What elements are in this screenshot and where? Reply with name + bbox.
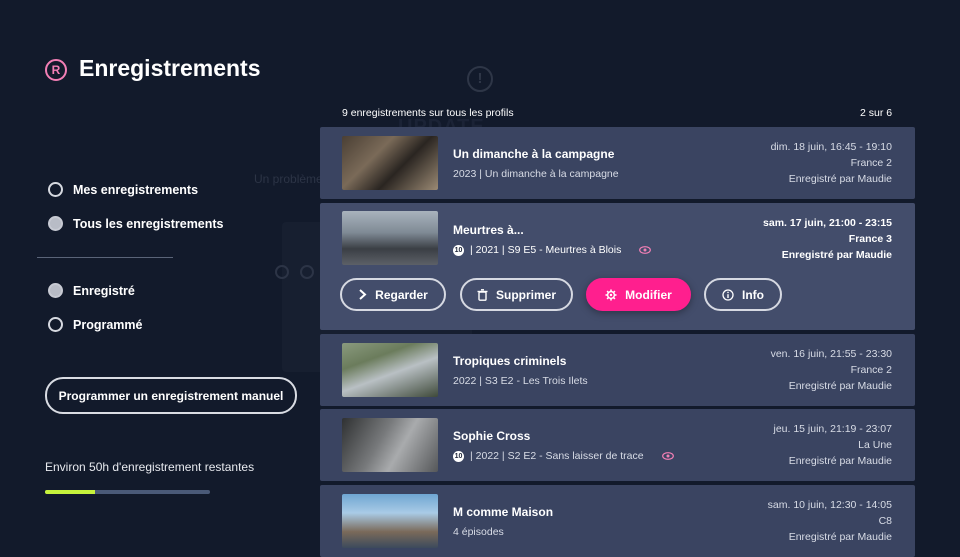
- delete-button-label: Supprimer: [495, 287, 556, 302]
- recording-thumbnail: [342, 418, 438, 472]
- recording-info: dim. 18 juin, 16:45 - 19:10 France 2 Enr…: [771, 139, 892, 187]
- recording-owner: Enregistré par Maudie: [788, 380, 892, 392]
- recording-card[interactable]: Sophie Cross 10 | 2022 | S2 E2 - Sans la…: [320, 409, 915, 481]
- recording-title: Meurtres à...: [453, 223, 524, 237]
- recording-channel: France 2: [850, 157, 892, 169]
- recording-owner: Enregistré par Maudie: [788, 455, 892, 467]
- filter-my-recordings[interactable]: Mes enregistrements: [48, 182, 198, 197]
- recording-channel: La Une: [858, 439, 892, 451]
- age-rating-icon: 10: [453, 450, 464, 462]
- background-radio: [275, 265, 289, 279]
- recording-card-focused[interactable]: Meurtres à... 10 | 2021 | S9 E5 - Meurtr…: [320, 203, 915, 330]
- registered-icon: R: [45, 59, 67, 81]
- recording-meta: 4 épisodes: [453, 526, 504, 538]
- recording-channel: C8: [878, 515, 892, 527]
- recording-title: Sophie Cross: [453, 429, 531, 443]
- background-ghost-text: Un problème: [254, 172, 323, 186]
- filter-label: Tous les enregistrements: [73, 216, 224, 231]
- recording-title: M comme Maison: [453, 505, 554, 519]
- background-radio: [300, 265, 314, 279]
- radio-selected-icon: [48, 216, 63, 231]
- page-title: Enregistrements: [79, 55, 261, 81]
- recording-meta: 10 | 2021 | S9 E5 - Meurtres à Blois: [453, 244, 652, 256]
- filter-label: Enregistré: [73, 283, 135, 298]
- radio-icon: [48, 317, 63, 332]
- filter-recorded[interactable]: Enregistré: [48, 283, 135, 298]
- recording-owner: Enregistré par Maudie: [788, 173, 892, 185]
- recording-meta: 10 | 2022 | S2 E2 - Sans laisser de trac…: [453, 450, 674, 462]
- recording-meta-text: 4 épisodes: [453, 526, 504, 538]
- recording-info: sam. 17 juin, 21:00 - 23:15 France 3 Enr…: [763, 215, 892, 263]
- gear-icon: [605, 289, 617, 300]
- delete-button[interactable]: Supprimer: [460, 278, 573, 311]
- eye-icon: [639, 246, 652, 254]
- age-rating-icon: 10: [453, 244, 464, 256]
- recording-info: ven. 16 juin, 21:55 - 23:30 France 2 Enr…: [771, 346, 892, 394]
- recording-title: Tropiques criminels: [453, 354, 567, 368]
- storage-progress-bar: [45, 490, 210, 494]
- recording-thumbnail: [342, 136, 438, 190]
- recording-meta-text: 2023 | Un dimanche à la campagne: [453, 168, 619, 180]
- recording-card[interactable]: M comme Maison 4 épisodes sam. 10 juin, …: [320, 485, 915, 557]
- play-chevron-icon: [359, 289, 367, 300]
- recording-channel: France 3: [848, 233, 892, 245]
- recording-owner: Enregistré par Maudie: [788, 531, 892, 543]
- recording-info: sam. 10 juin, 12:30 - 14:05 C8 Enregistr…: [768, 497, 892, 545]
- radio-icon: [48, 182, 63, 197]
- trash-icon: [477, 288, 488, 301]
- recording-datetime: jeu. 15 juin, 21:19 - 23:07: [773, 423, 892, 435]
- recording-thumbnail: [342, 343, 438, 397]
- recording-meta-text: | 2021 | S9 E5 - Meurtres à Blois: [470, 244, 622, 256]
- info-button-label: Info: [742, 287, 764, 302]
- watch-button-label: Regarder: [375, 287, 428, 302]
- filter-label: Mes enregistrements: [73, 182, 199, 197]
- recording-card[interactable]: Un dimanche à la campagne 2023 | Un dima…: [320, 127, 915, 199]
- manual-recording-button[interactable]: Programmer un enregistrement manuel: [45, 377, 297, 414]
- watch-button[interactable]: Regarder: [340, 278, 446, 311]
- filter-label: Programmé: [73, 317, 143, 332]
- recording-meta: 2022 | S3 E2 - Les Trois Ilets: [453, 375, 588, 387]
- info-icon: [722, 288, 734, 301]
- recording-meta: 2023 | Un dimanche à la campagne: [453, 168, 619, 180]
- recording-card[interactable]: Tropiques criminels 2022 | S3 E2 - Les T…: [320, 334, 915, 406]
- recording-channel: France 2: [850, 364, 892, 376]
- recording-title: Un dimanche à la campagne: [453, 147, 615, 161]
- storage-progress-fill: [45, 490, 95, 494]
- recording-meta-text: 2022 | S3 E2 - Les Trois Ilets: [453, 375, 588, 387]
- recording-owner: Enregistré par Maudie: [781, 249, 892, 261]
- alert-icon: !: [467, 66, 493, 92]
- info-button[interactable]: Info: [704, 278, 782, 311]
- recording-meta-text: | 2022 | S2 E2 - Sans laisser de trace: [470, 450, 644, 462]
- recording-datetime: sam. 10 juin, 12:30 - 14:05: [767, 499, 892, 511]
- recording-datetime: ven. 16 juin, 21:55 - 23:30: [770, 348, 892, 360]
- recording-info: jeu. 15 juin, 21:19 - 23:07 La Une Enreg…: [773, 421, 892, 469]
- edit-button-label: Modifier: [625, 287, 672, 302]
- recordings-count: 9 enregistrements sur tous les profils: [342, 107, 514, 119]
- page-indicator: 2 sur 6: [860, 107, 893, 119]
- eye-icon: [661, 452, 674, 460]
- filter-scheduled[interactable]: Programmé: [48, 317, 142, 332]
- recording-datetime: sam. 17 juin, 21:00 - 23:15: [763, 217, 892, 229]
- edit-button[interactable]: Modifier: [586, 278, 691, 311]
- sidebar-divider: [37, 257, 173, 258]
- filter-all-recordings[interactable]: Tous les enregistrements: [48, 216, 224, 231]
- radio-selected-icon: [48, 283, 63, 298]
- recording-thumbnail: [342, 211, 438, 265]
- recording-datetime: dim. 18 juin, 16:45 - 19:10: [770, 141, 892, 153]
- remaining-storage-label: Environ 50h d'enregistrement restantes: [45, 460, 255, 474]
